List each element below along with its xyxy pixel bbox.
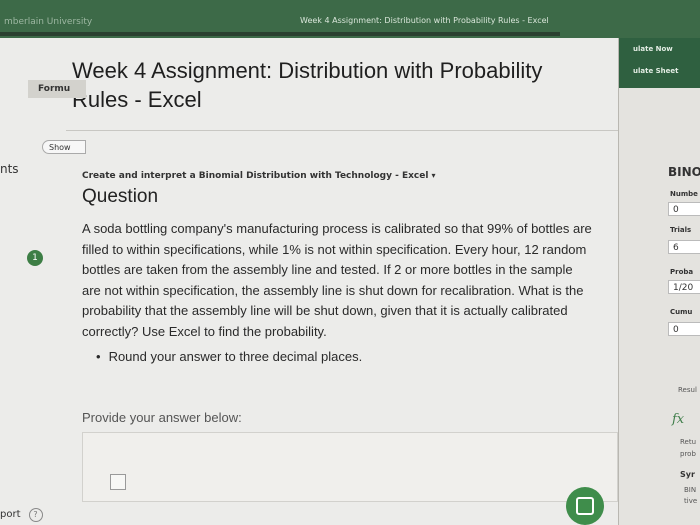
- fx-icon: fx: [672, 412, 685, 427]
- field-label-probability: Proba: [670, 268, 694, 276]
- syntax-line: tive: [684, 497, 698, 505]
- toolbar-strip: [0, 32, 560, 36]
- rounding-instruction-text: Round your answer to three decimal place…: [108, 349, 363, 364]
- math-editor-icon[interactable]: [110, 474, 126, 490]
- formula-tab[interactable]: Formu: [28, 80, 86, 98]
- syntax-line: BIN: [684, 486, 697, 494]
- page-title-line-1: Week 4 Assignment: Distribution with Pro…: [72, 58, 543, 83]
- question-line: are not within specification, the assemb…: [82, 282, 584, 298]
- page-title: Week 4 Assignment: Distribution with Pro…: [72, 56, 612, 114]
- field-input-probability[interactable]: 1/20: [668, 280, 700, 294]
- field-label-number: Numbe: [670, 190, 698, 198]
- calculate-sheet-link[interactable]: ulate Sheet: [633, 67, 679, 75]
- question-line: A soda bottling company's manufacturing …: [82, 221, 592, 236]
- field-input-cumulative[interactable]: 0: [668, 322, 700, 336]
- question-line: filled to within specifications, while 1…: [82, 241, 587, 257]
- bullet-icon: •: [96, 349, 101, 364]
- help-icon[interactable]: ?: [28, 508, 43, 522]
- question-subtitle-text: Create and interpret a Binomial Distribu…: [82, 171, 429, 181]
- calculate-now-link[interactable]: ulate Now: [633, 45, 673, 53]
- field-label-trials: Trials: [670, 226, 692, 234]
- question-heading: Question: [82, 186, 159, 207]
- window-title: Week 4 Assignment: Distribution with Pro…: [300, 16, 549, 25]
- function-title: BINO: [668, 165, 700, 179]
- field-input-number[interactable]: 0: [668, 202, 700, 216]
- description-line: Retu: [680, 438, 697, 446]
- question-line: probability that the assembly line will …: [82, 303, 568, 318]
- cursor-icon: ▾: [431, 171, 436, 180]
- chat-button[interactable]: [566, 487, 604, 525]
- syntax-label: Syr: [680, 470, 695, 479]
- description-line: prob: [680, 450, 696, 458]
- rounding-instruction: • Round your answer to three decimal plac…: [96, 349, 362, 364]
- show-toggle[interactable]: Show: [42, 140, 86, 154]
- field-input-trials[interactable]: 6: [668, 240, 700, 254]
- chat-icon: [576, 497, 594, 515]
- page-title-line-2: Rules - Excel: [72, 87, 202, 112]
- university-label: mberlain University: [4, 17, 93, 27]
- report-link-text: port: [0, 509, 21, 520]
- question-text: A soda bottling company's manufacturing …: [82, 219, 618, 342]
- question-number-badge[interactable]: 1: [27, 250, 43, 266]
- question-line: correctly? Use Excel to find the probabi…: [82, 323, 327, 339]
- question-line: bottles are taken from the assembly line…: [82, 262, 573, 277]
- question-subtitle: Create and interpret a Binomial Distribu…: [82, 171, 435, 181]
- answer-input[interactable]: [82, 432, 618, 502]
- answer-prompt: Provide your answer below:: [82, 410, 242, 425]
- result-label: Resul: [678, 386, 697, 394]
- divider: [66, 130, 618, 131]
- report-link[interactable]: port?: [0, 508, 43, 522]
- field-label-cumulative: Cumu: [670, 308, 693, 316]
- window-titlebar: mberlain University Week 4 Assignment: D…: [0, 0, 700, 38]
- side-tab-label[interactable]: nts: [0, 162, 19, 176]
